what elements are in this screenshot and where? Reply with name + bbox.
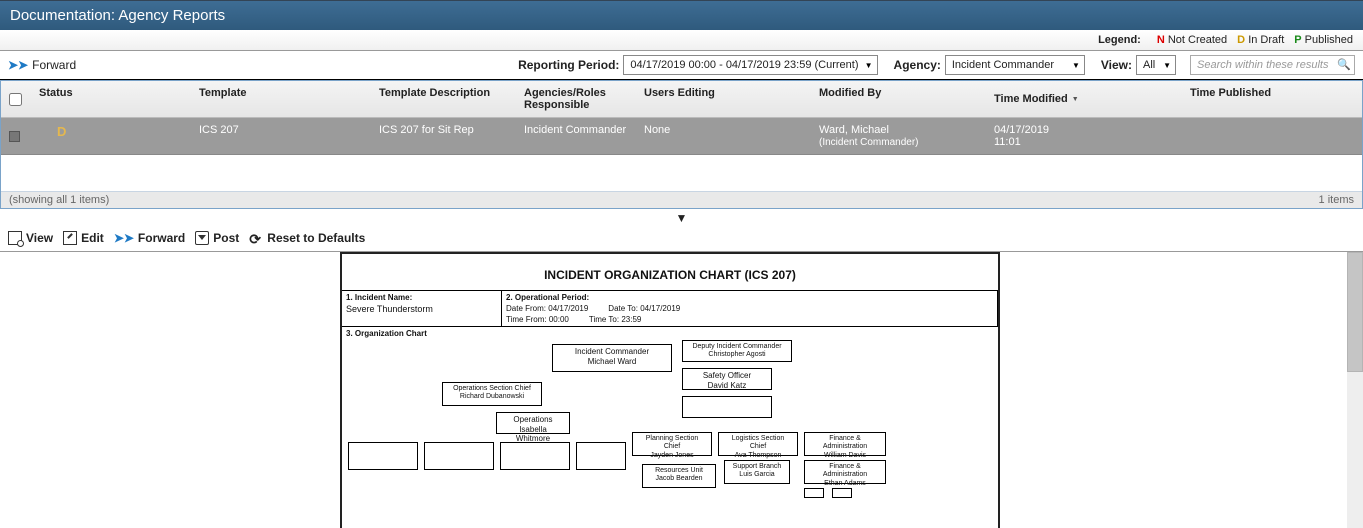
expand-handle-icon[interactable]: ▼: [0, 209, 1363, 225]
box-blank-5: [576, 442, 626, 470]
legend-published-sym: P: [1294, 34, 1301, 46]
col-template[interactable]: Template: [191, 81, 371, 117]
box-finance-admin-2: Finance & AdministrationEthan Adams: [804, 460, 886, 484]
grid-header: Status Template Template Description Age…: [1, 81, 1362, 118]
cell-modified-by: Ward, Michael (Incident Commander): [811, 118, 986, 154]
col-time-published[interactable]: Time Published: [1156, 81, 1306, 117]
cell-agencies: Incident Commander: [516, 118, 636, 154]
doc-title: INCIDENT ORGANIZATION CHART (ICS 207): [342, 268, 998, 282]
view-label: View:: [1101, 58, 1132, 72]
row-checkbox[interactable]: [9, 131, 20, 142]
reporting-period-select[interactable]: 04/17/2019 00:00 - 04/17/2019 23:59 (Cur…: [623, 55, 877, 75]
box-ops-section-chief: Operations Section ChiefRichard Dubanows…: [442, 382, 542, 406]
box-blank-7: [832, 488, 852, 498]
box-planning-section-chief: Planning Section ChiefJayden Jones: [632, 432, 712, 456]
showing-text: (showing all 1 items): [9, 194, 109, 206]
org-chart: Incident CommanderMichael Ward Deputy In…: [342, 340, 998, 528]
box-blank-4: [500, 442, 570, 470]
cell-users: None: [636, 118, 811, 154]
box-deputy-ic: Deputy Incident CommanderChristopher Ago…: [682, 340, 792, 362]
document-preview: INCIDENT ORGANIZATION CHART (ICS 207) 1.…: [0, 252, 1363, 528]
cell-time-modified: 04/17/2019 11:01: [986, 118, 1156, 154]
item-count: 1 items: [1319, 194, 1354, 206]
col-modified-by[interactable]: Modified By: [811, 81, 986, 117]
view-button[interactable]: View: [8, 231, 53, 245]
view-select[interactable]: All: [1136, 55, 1176, 75]
box-blank-1: [682, 396, 772, 418]
view-icon: [8, 231, 22, 245]
legend-bar: Legend: N Not Created D In Draft P Publi…: [0, 30, 1363, 51]
forward-icon: ➤➤: [114, 231, 134, 245]
page-title: Documentation: Agency Reports: [0, 0, 1363, 30]
legend-in-draft-sym: D: [1237, 34, 1245, 46]
box-blank-6: [804, 488, 824, 498]
box-blank-2: [348, 442, 418, 470]
sort-desc-icon: ▼: [1072, 96, 1079, 103]
grid-footer: (showing all 1 items) 1 items: [1, 191, 1362, 208]
status-draft-icon: D: [57, 124, 66, 139]
filter-bar: ➤➤ Forward Reporting Period: 04/17/2019 …: [0, 51, 1363, 80]
box-finance-admin: Finance & AdministrationWilliam Davis: [804, 432, 886, 456]
reset-button[interactable]: Reset to Defaults: [249, 231, 365, 245]
legend-label: Legend:: [1098, 34, 1141, 46]
agency-label: Agency:: [894, 58, 941, 72]
org-chart-label: 3. Organization Chart: [342, 327, 998, 340]
edit-icon: [63, 231, 77, 245]
ics207-document: INCIDENT ORGANIZATION CHART (ICS 207) 1.…: [340, 252, 1000, 528]
col-status[interactable]: Status: [31, 81, 191, 117]
legend-published-text: Published: [1305, 34, 1353, 46]
search-icon[interactable]: 🔍: [1337, 58, 1351, 71]
box-support-branch: Support BranchLuis Garcia: [724, 460, 790, 484]
table-row[interactable]: D ICS 207 ICS 207 for Sit Rep Incident C…: [1, 118, 1362, 155]
legend-not-created-sym: N: [1157, 34, 1165, 46]
select-all-checkbox[interactable]: [9, 93, 22, 106]
box-logistics-section-chief: Logistics Section ChiefAva Thompson: [718, 432, 798, 456]
reports-grid: Status Template Template Description Age…: [0, 80, 1363, 209]
box-resources-unit: Resources UnitJacob Bearden: [642, 464, 716, 488]
box-operations: OperationsIsabella Whitmore: [496, 412, 570, 434]
incident-name-label: 1. Incident Name:: [346, 293, 497, 302]
cell-description: ICS 207 for Sit Rep: [371, 118, 516, 154]
scrollbar-thumb[interactable]: [1347, 252, 1363, 372]
actions-bar: View Edit ➤➤Forward Post Reset to Defaul…: [0, 225, 1363, 252]
col-time-modified[interactable]: Time Modified▼: [986, 81, 1156, 117]
forward-icon: ➤➤: [8, 58, 28, 72]
legend-not-created-text: Not Created: [1168, 34, 1227, 46]
forward-button-top[interactable]: ➤➤ Forward: [8, 58, 76, 72]
edit-button[interactable]: Edit: [63, 231, 104, 245]
box-blank-3: [424, 442, 494, 470]
box-safety-officer: Safety OfficerDavid Katz: [682, 368, 772, 390]
cell-time-published: [1156, 118, 1306, 154]
col-description[interactable]: Template Description: [371, 81, 516, 117]
reporting-period-label: Reporting Period:: [518, 58, 619, 72]
col-users[interactable]: Users Editing: [636, 81, 811, 117]
post-icon: [195, 231, 209, 245]
reset-icon: [249, 231, 263, 245]
incident-name: Severe Thunderstorm: [346, 304, 497, 314]
box-incident-commander: Incident CommanderMichael Ward: [552, 344, 672, 372]
search-input[interactable]: Search within these results 🔍: [1190, 55, 1355, 75]
forward-label: Forward: [32, 58, 76, 72]
legend-in-draft-text: In Draft: [1248, 34, 1284, 46]
search-placeholder: Search within these results: [1197, 59, 1328, 71]
operational-period-label: 2. Operational Period:: [506, 293, 993, 302]
forward-button[interactable]: ➤➤Forward: [114, 231, 185, 245]
post-button[interactable]: Post: [195, 231, 239, 245]
col-agencies[interactable]: Agencies/Roles Responsible: [516, 81, 636, 117]
cell-template: ICS 207: [191, 118, 371, 154]
agency-select[interactable]: Incident Commander: [945, 55, 1085, 75]
